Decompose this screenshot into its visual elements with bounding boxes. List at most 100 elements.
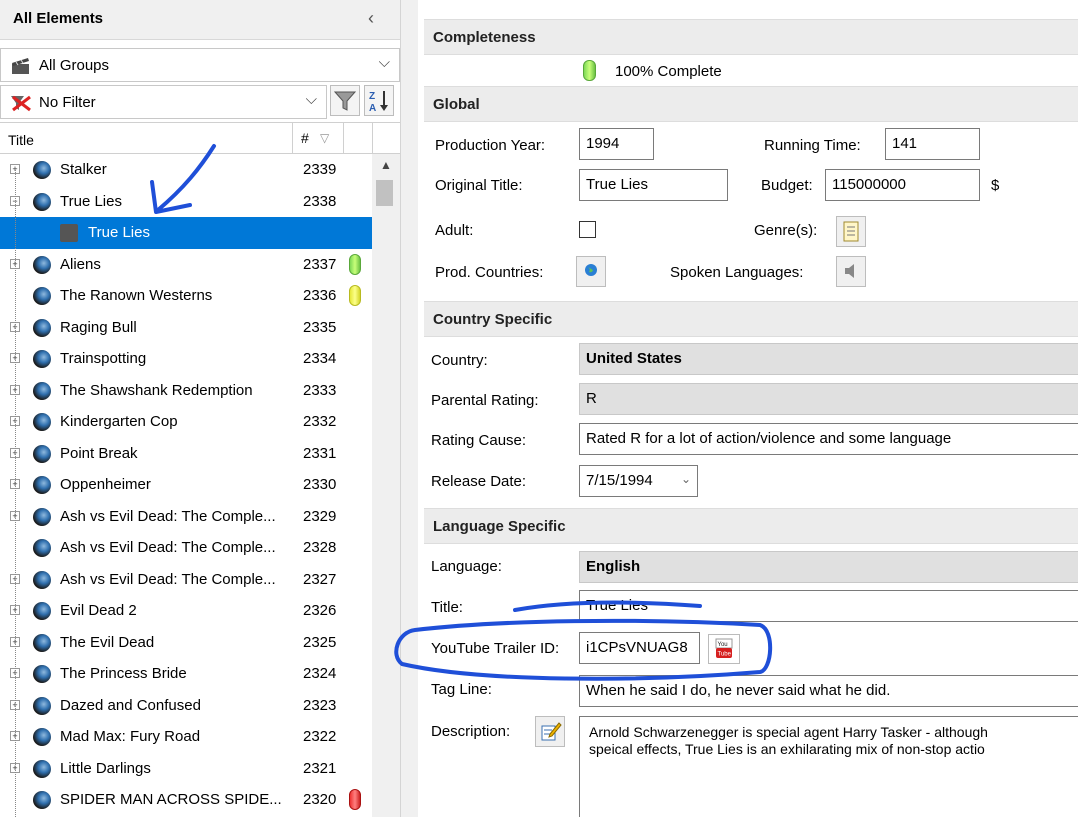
- youtube-trailer-field[interactable]: i1CPsVNUAG8: [579, 632, 700, 664]
- item-title: Evil Dead 2: [60, 602, 137, 619]
- parental-rating-field[interactable]: R: [579, 383, 1078, 415]
- item-number: 2337: [303, 255, 337, 273]
- list-item[interactable]: + Stalker 2339: [0, 154, 372, 186]
- budget-label: Budget:: [761, 177, 813, 194]
- splitter[interactable]: [400, 0, 418, 817]
- list-item[interactable]: + Aliens 2337: [0, 249, 372, 281]
- completeness-value: 100% Complete: [615, 63, 722, 80]
- list-item[interactable]: The Ranown Westerns 2336: [0, 280, 372, 312]
- adult-label: Adult:: [435, 222, 474, 239]
- disc-icon: [33, 759, 51, 778]
- item-number: 2339: [303, 161, 337, 178]
- spoken-languages-button[interactable]: [836, 256, 866, 287]
- tree-child-item[interactable]: True Lies: [0, 217, 372, 249]
- country-field[interactable]: United States: [579, 343, 1078, 375]
- list-item[interactable]: + Oppenheimer 2330: [0, 469, 372, 501]
- section-global: Global: [424, 86, 1078, 122]
- item-title: The Shawshank Redemption: [60, 381, 253, 399]
- release-date-picker[interactable]: 7/15/1994 ⌄: [579, 465, 698, 497]
- list-item[interactable]: + The Shawshank Redemption 2333: [0, 375, 372, 407]
- list-item[interactable]: + Mad Max: Fury Road 2322: [0, 721, 372, 753]
- title-column-header[interactable]: Title: [8, 132, 34, 148]
- item-title: The Princess Bride: [60, 665, 187, 682]
- item-number: 2324: [303, 665, 337, 682]
- list-item[interactable]: + Dazed and Confused 2323: [0, 690, 372, 722]
- list-item[interactable]: SPIDER MAN ACROSS SPIDE... 2320: [0, 784, 372, 816]
- list-item[interactable]: + Kindergarten Cop 2332: [0, 406, 372, 438]
- list-item[interactable]: + Raging Bull 2335: [0, 312, 372, 344]
- disc-icon: [33, 539, 51, 557]
- list-item[interactable]: + Little Darlings 2321: [0, 753, 372, 785]
- rating-cause-field[interactable]: Rated R for a lot of action/violence and…: [579, 423, 1078, 455]
- language-field[interactable]: English: [579, 551, 1078, 583]
- item-number: 2330: [303, 476, 337, 493]
- tagline-field[interactable]: When he said I do, he never said what he…: [579, 675, 1078, 707]
- item-title: Ash vs Evil Dead: The Comple...: [60, 570, 276, 588]
- list-item[interactable]: + The Evil Dead 2325: [0, 627, 372, 659]
- item-number: 2335: [303, 318, 337, 336]
- prod-countries-button[interactable]: [576, 256, 606, 287]
- genres-button[interactable]: [836, 216, 866, 247]
- original-title-field[interactable]: True Lies: [579, 169, 728, 201]
- original-title-label: Original Title:: [435, 177, 523, 194]
- notepad-icon: [843, 221, 859, 242]
- title-label: Title:: [431, 599, 463, 616]
- disc-icon: [33, 161, 51, 179]
- running-time-label: Running Time:: [764, 137, 861, 154]
- list-item[interactable]: + Point Break 2331: [0, 438, 372, 470]
- sort-button[interactable]: ZA: [364, 85, 394, 116]
- item-title: Mad Max: Fury Road: [60, 728, 201, 745]
- section-language-specific: Language Specific: [424, 508, 1078, 544]
- genres-label: Genre(s):: [754, 222, 818, 239]
- budget-field[interactable]: 115000000: [825, 169, 980, 201]
- spoken-languages-label: Spoken Languages:: [670, 264, 804, 281]
- country-label: Country:: [431, 352, 488, 369]
- list-item[interactable]: Ash vs Evil Dead: The Comple... 2328: [0, 532, 372, 564]
- scroll-up-icon[interactable]: ▲: [380, 158, 392, 172]
- adult-checkbox[interactable]: [579, 221, 596, 238]
- number-column-header[interactable]: #: [301, 130, 309, 146]
- section-country-specific: Country Specific: [424, 301, 1078, 337]
- completeness-badge-icon: [349, 285, 361, 306]
- production-year-field[interactable]: 1994: [579, 128, 654, 160]
- edit-notepad-icon: [541, 722, 562, 741]
- filter-button[interactable]: [330, 85, 360, 116]
- list-item[interactable]: − True Lies 2338: [0, 186, 372, 218]
- section-title: Global: [433, 96, 480, 113]
- disc-icon: [33, 192, 51, 211]
- tree-line: [15, 170, 16, 817]
- completeness-badge-icon: [349, 253, 361, 275]
- item-number: 2333: [303, 381, 337, 399]
- filter-combo[interactable]: No Filter ⌵: [0, 85, 327, 119]
- collapse-panel-button[interactable]: ‹: [368, 8, 374, 29]
- list-item[interactable]: + Trainspotting 2334: [0, 343, 372, 375]
- globe-icon: [585, 264, 597, 276]
- edit-description-button[interactable]: [535, 716, 565, 747]
- list-item[interactable]: + Ash vs Evil Dead: The Comple... 2327: [0, 564, 372, 596]
- list-item[interactable]: + The Princess Bride 2324: [0, 658, 372, 690]
- section-completeness: Completeness: [424, 19, 1078, 55]
- item-title: The Evil Dead: [60, 633, 155, 651]
- chevron-down-icon: ⌵: [378, 54, 390, 71]
- groups-combo[interactable]: All Groups ⌵: [0, 48, 400, 82]
- description-field[interactable]: Arnold Schwarzenegger is special agent H…: [579, 716, 1078, 817]
- youtube-icon: You Tube: [715, 638, 733, 658]
- youtube-button[interactable]: You Tube: [708, 634, 740, 664]
- list-scrollbar[interactable]: ▲: [372, 154, 400, 817]
- item-title: Oppenheimer: [60, 476, 151, 493]
- list-item[interactable]: + Ash vs Evil Dead: The Comple... 2329: [0, 501, 372, 533]
- localized-title-field[interactable]: True Lies: [579, 590, 1078, 622]
- description-line: Arnold Schwarzenegger is special agent H…: [589, 724, 988, 740]
- scrollbar-thumb[interactable]: [376, 180, 393, 206]
- section-title: Language Specific: [433, 518, 566, 535]
- item-title: SPIDER MAN ACROSS SPIDE...: [60, 791, 282, 808]
- rating-cause-label: Rating Cause:: [431, 432, 527, 449]
- list-item[interactable]: + Evil Dead 2 2326: [0, 595, 372, 627]
- chevron-down-icon: ⌵: [305, 91, 317, 108]
- chevron-down-icon[interactable]: ⌄: [681, 472, 691, 486]
- item-title: Ash vs Evil Dead: The Comple...: [60, 507, 276, 525]
- running-time-field[interactable]: 141: [885, 128, 980, 160]
- disc-icon: [33, 696, 51, 715]
- item-title: Trainspotting: [60, 350, 147, 367]
- item-title: Point Break: [60, 444, 138, 462]
